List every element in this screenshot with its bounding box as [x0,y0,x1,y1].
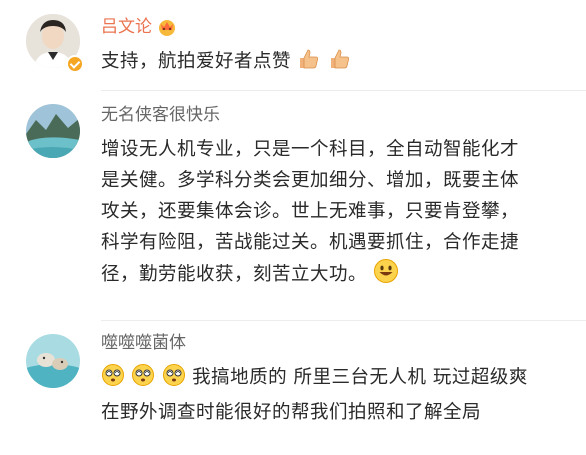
crown-badge-icon [157,18,177,42]
dizzy-face-icon [162,363,186,397]
avatar[interactable] [26,334,80,388]
avatar[interactable] [26,104,80,158]
comment-1: 吕文论 支持，航拍爱好者点赞 [0,0,586,90]
username[interactable]: 吕文论 [101,16,177,42]
username[interactable]: 噬噬噬菌体 [101,332,186,354]
comment-text: 我搞地质的 所里三台无人机 玩过超级爽 在野外调查时能很好的帮我们拍照和了解全局 [101,362,529,428]
comment-text: 支持，航拍爱好者点赞 [101,46,571,81]
thumbs-up-icon [297,47,321,81]
smile-emoji-icon [373,258,399,294]
dizzy-face-icon [101,363,125,397]
comment-3: 噬噬噬菌体 我搞地质的 所里三台无人机 玩过超级爽 在野外调查时能很好的帮我们拍… [0,320,586,455]
username[interactable]: 无名侠客很快乐 [101,104,220,126]
thumbs-up-icon [328,47,352,81]
comment-2: 无名侠客很快乐 增设无人机专业，只是一个科目，全自动智能化才是关健。多学科分类会… [0,90,586,320]
comment-text: 增设无人机专业，只是一个科目，全自动智能化才是关健。多学科分类会更加细分、增加，… [101,134,529,294]
dizzy-face-icon [131,363,155,397]
verified-badge-icon [66,55,84,73]
